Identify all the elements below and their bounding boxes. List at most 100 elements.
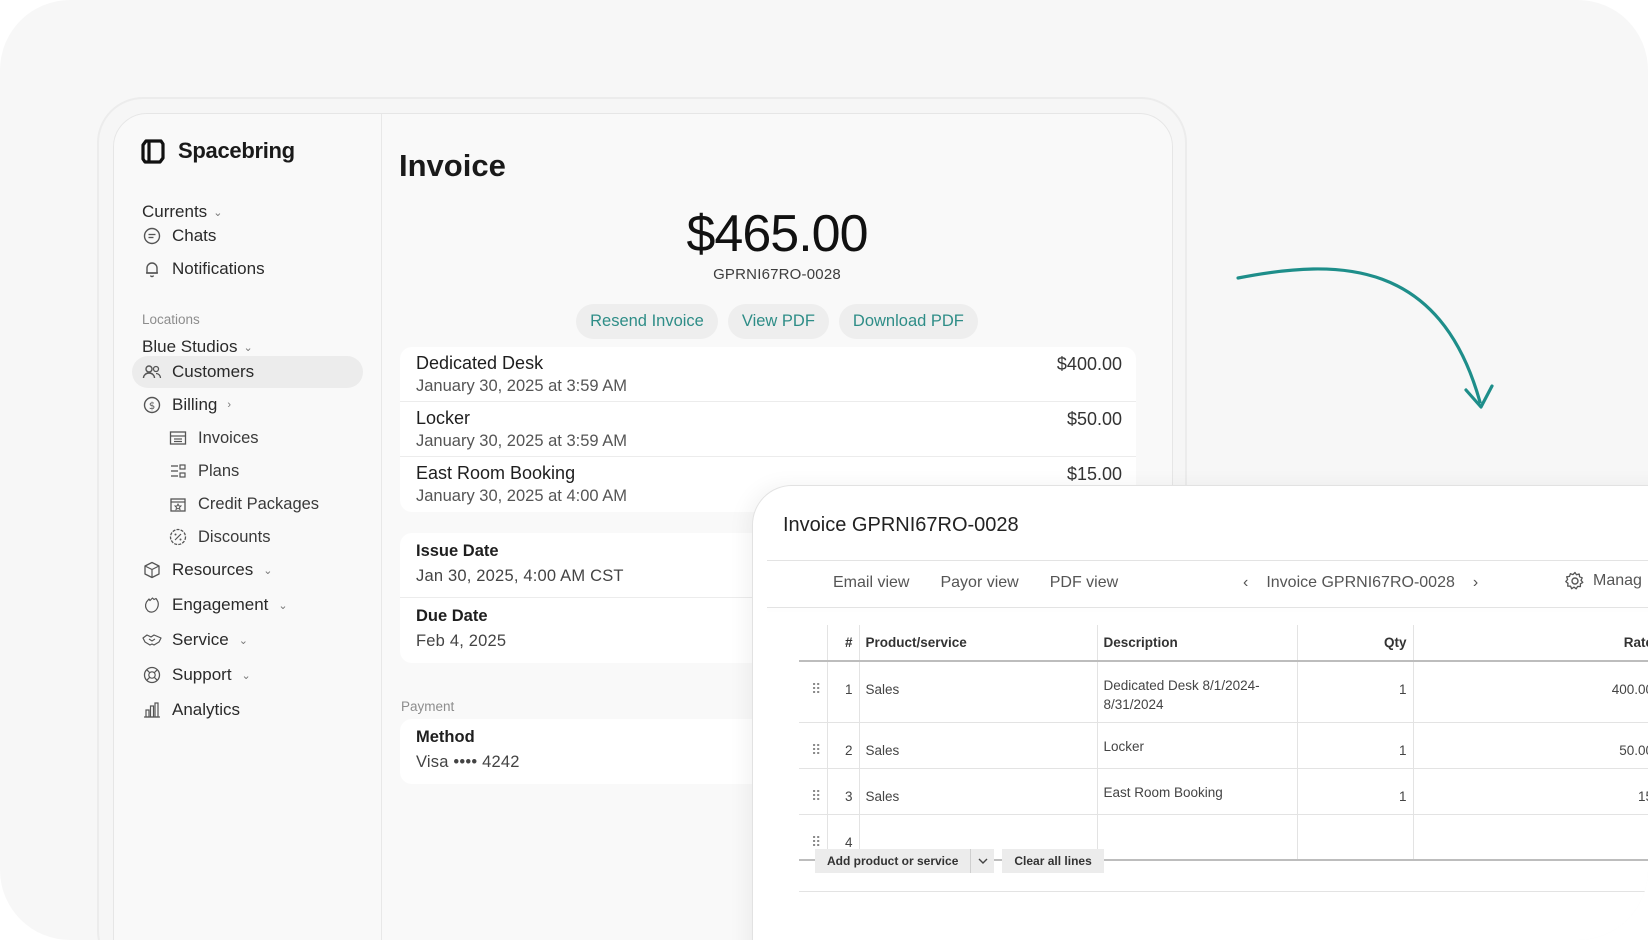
table-row[interactable]: ⠿ 3 Sales East Room Booking 1 15 [799,768,1648,815]
row-qty[interactable]: 1 [1296,661,1413,723]
background-canvas: Spacebring Currents ⌄ Chats Notification… [0,0,1648,940]
handshake-icon [142,630,162,650]
line-item-date: January 30, 2025 at 3:59 AM [416,377,627,395]
bell-icon [142,259,162,279]
nav-notifications-label: Notifications [172,259,265,278]
chevron-down-icon[interactable] [970,849,995,873]
package-icon [168,494,188,514]
row-product[interactable]: Sales [858,722,1097,769]
nav-discounts-label: Discounts [198,527,271,546]
nav-engagement[interactable]: Engagement ⌄ [132,589,363,621]
nav-plans-label: Plans [198,461,240,480]
nav-discounts[interactable]: Discounts [158,521,358,553]
row-rate[interactable]: 400.00 [1412,661,1648,723]
nav-billing[interactable]: $ Billing › [132,389,363,421]
waving-hand-icon [142,595,162,615]
row-description[interactable]: East Room Booking [1096,768,1297,815]
spacebring-logo-icon [141,139,165,164]
brand-name: Spacebring [178,138,295,163]
nav-currents[interactable]: Currents ⌄ [142,202,222,222]
lifebuoy-icon [142,665,162,685]
resend-invoice-button[interactable]: Resend Invoice [576,304,718,339]
add-product-button[interactable]: Add product or service [815,849,971,873]
line-item[interactable]: Dedicated Desk January 30, 2025 at 3:59 … [400,347,1136,402]
row-rate[interactable]: 50.00 [1412,722,1648,769]
row-qty[interactable] [1296,814,1413,861]
line-item[interactable]: Locker January 30, 2025 at 3:59 AM $50.0… [400,402,1136,457]
chevron-left-icon[interactable]: ‹ [1243,574,1248,592]
nav-resources[interactable]: Resources ⌄ [132,554,363,586]
drag-handle-icon[interactable]: ⠿ [799,722,827,769]
nav-resources-label: Resources [172,560,254,579]
row-description[interactable]: Dedicated Desk 8/1/2024-8/31/2024 [1096,661,1297,723]
chevron-down-icon: ⌄ [241,669,251,682]
download-pdf-button[interactable]: Download PDF [838,304,978,339]
svg-text:$: $ [149,401,155,412]
row-rate[interactable] [1412,814,1648,861]
row-product[interactable]: Sales [858,768,1097,815]
col-qty[interactable]: Qty [1296,625,1413,662]
line-item-title: Locker [416,408,471,428]
location-name: Blue Studios [142,337,238,356]
drag-handle-icon[interactable]: ⠿ [799,661,827,723]
table-row[interactable]: ⠿ 2 Sales Locker 1 50.00 [799,722,1648,769]
divider [767,607,1648,608]
nav-customers-label: Customers [172,362,255,381]
col-rate[interactable]: Rate [1412,625,1648,662]
location-selector[interactable]: Blue Studios ⌄ [142,337,253,357]
row-qty[interactable]: 1 [1296,722,1413,769]
col-product[interactable]: Product/service [858,625,1097,662]
col-number: # [826,625,859,662]
invoice-number: GPRNI67RO-0028 [713,266,841,283]
tab-pdf-view[interactable]: PDF view [1050,574,1118,592]
brand-logo[interactable]: Spacebring [140,138,295,164]
row-number: 1 [826,661,859,723]
view-pdf-button[interactable]: View PDF [727,304,829,339]
nav-service[interactable]: Service ⌄ [132,624,363,656]
row-number: 2 [826,722,859,769]
line-item-price: $400.00 [1056,354,1122,374]
tab-payor-view[interactable]: Payor view [940,574,1018,592]
tab-email-view[interactable]: Email view [833,574,909,592]
nav-service-label: Service [172,630,229,649]
view-tabs: Email view Payor view PDF view [833,574,1118,592]
sidebar: Spacebring Currents ⌄ Chats Notification… [114,114,382,940]
nav-customers[interactable]: Customers [132,356,363,388]
row-description[interactable] [1096,814,1297,861]
manage-button[interactable]: Manag [1565,571,1642,591]
nav-credit-packages[interactable]: Credit Packages [158,488,358,520]
clear-all-lines-button[interactable]: Clear all lines [1002,849,1104,873]
nav-invoices[interactable]: Invoices [158,422,358,454]
nav-notifications[interactable]: Notifications [132,253,363,285]
invoice-amount: $465.00 [686,205,869,263]
row-rate[interactable]: 15 [1412,768,1648,815]
nav-analytics[interactable]: Analytics [132,694,363,726]
dollar-circle-icon: $ [142,395,162,415]
col-description[interactable]: Description [1096,625,1297,662]
line-item-title: Dedicated Desk [416,353,544,373]
nav-support[interactable]: Support ⌄ [132,659,363,691]
editor-title: Invoice GPRNI67RO-0028 [783,514,1019,536]
row-qty[interactable]: 1 [1296,768,1413,815]
cube-icon [142,560,162,580]
col-drag [799,625,827,662]
line-item-price: $15.00 [1066,464,1122,484]
nav-engagement-label: Engagement [172,595,269,614]
row-product[interactable]: Sales [858,661,1097,723]
manage-label: Manag [1593,572,1642,589]
invoice-actions: Resend Invoice View PDF Download PDF [382,304,1172,339]
discount-badge-icon [168,527,188,547]
table-header-row: # Product/service Description Qty Rate [799,625,1648,662]
gear-icon [1565,571,1584,590]
invoice-list-icon [168,428,188,448]
table-row[interactable]: ⠿ 1 Sales Dedicated Desk 8/1/2024-8/31/2… [799,661,1648,723]
nav-analytics-label: Analytics [172,700,241,719]
row-description[interactable]: Locker [1096,722,1297,769]
nav-chats[interactable]: Chats [132,220,363,252]
nav-plans[interactable]: Plans [158,455,358,487]
chevron-right-icon[interactable]: › [1473,574,1478,592]
drag-handle-icon[interactable]: ⠿ [799,768,827,815]
nav-credit-packages-label: Credit Packages [198,494,320,513]
divider [767,560,1648,561]
chevron-down-icon: ⌄ [263,564,273,577]
